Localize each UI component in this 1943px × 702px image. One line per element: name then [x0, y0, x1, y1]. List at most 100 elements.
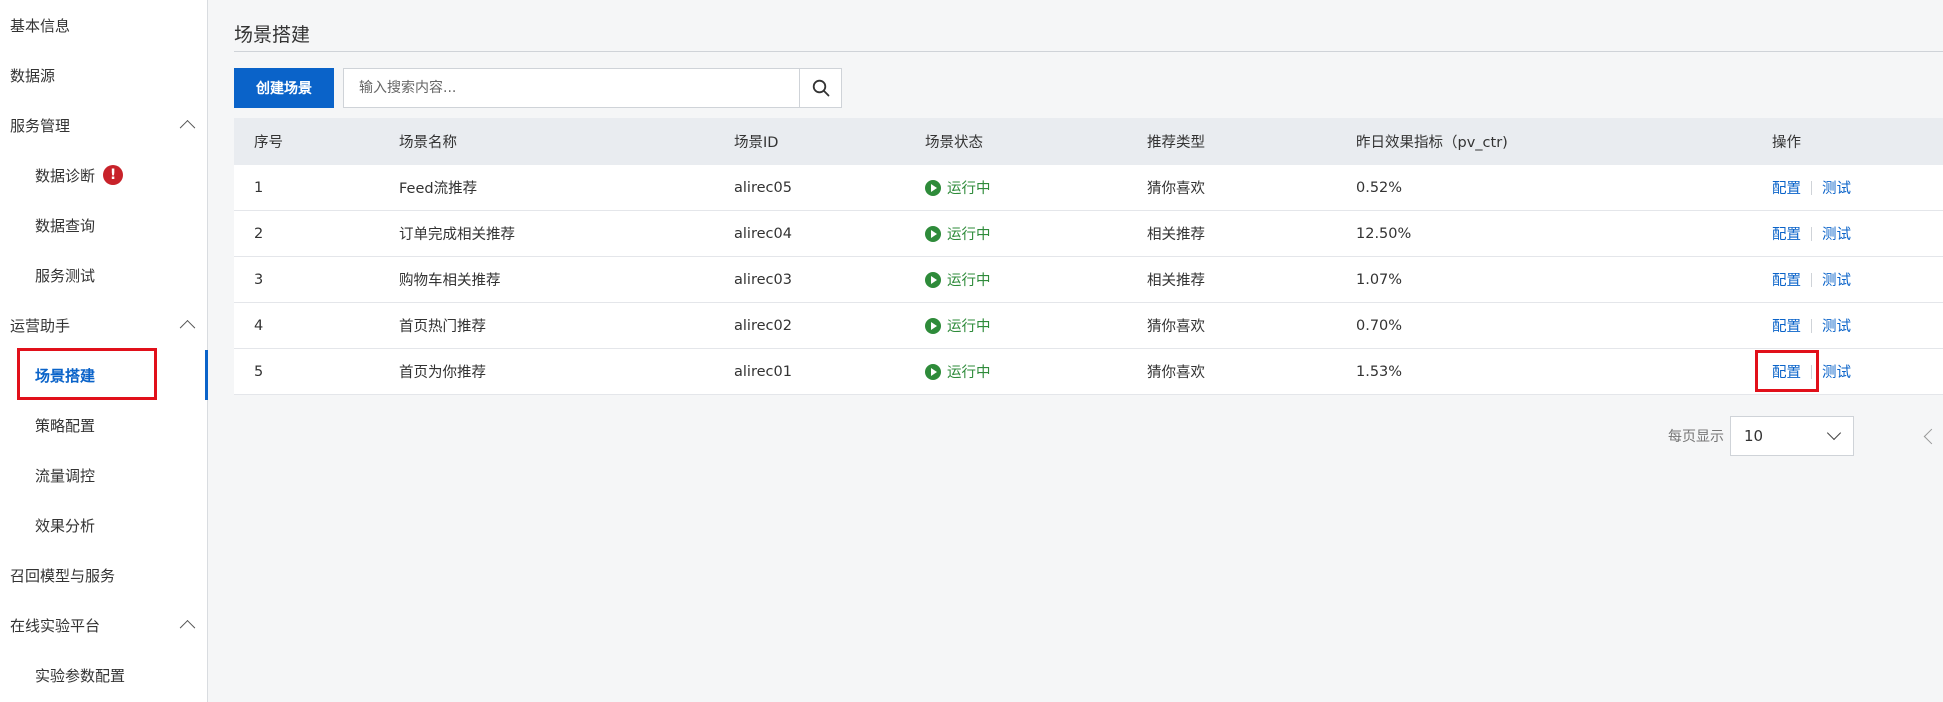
sidebar-item-label: 场景搭建 [35, 366, 96, 385]
chevron-up-icon [179, 319, 196, 336]
sidebar-item-data-query[interactable]: 数据查询 [0, 200, 207, 250]
config-link[interactable]: 配置 [1772, 177, 1801, 198]
status-badge: 运行中 [925, 303, 991, 348]
row-index: 2 [254, 225, 264, 242]
chevron-down-icon [1826, 425, 1842, 441]
test-link[interactable]: 测试 [1822, 315, 1851, 336]
sidebar-group-online-experiment[interactable]: 在线实验平台 [0, 600, 207, 650]
sidebar-item-traffic-control[interactable]: 流量调控 [0, 450, 207, 500]
sidebar-item-label: 数据诊断 [35, 166, 96, 185]
sidebar-item-effect-analysis[interactable]: 效果分析 [0, 500, 207, 550]
create-scene-button[interactable]: 创建场景 [234, 68, 334, 108]
row-actions: 配置 测试 [1772, 349, 1851, 394]
page-size-select[interactable]: 10 [1730, 416, 1854, 456]
sidebar-group-ops-assistant[interactable]: 运营助手 [0, 300, 207, 350]
row-actions: 配置 测试 [1772, 165, 1851, 210]
table-row: 5 首页为你推荐 alirec01 运行中 猜你喜欢 1.53% 配置 测试 [234, 349, 1943, 395]
status-badge: 运行中 [925, 349, 991, 394]
metric-value: 1.07% [1356, 271, 1403, 288]
scene-id: alirec01 [734, 363, 792, 380]
row-index: 5 [254, 363, 264, 380]
metric-value: 0.70% [1356, 317, 1403, 334]
config-link[interactable]: 配置 [1772, 361, 1801, 382]
sidebar-item-label: 基本信息 [10, 16, 71, 35]
sidebar-item-label: 策略配置 [35, 416, 96, 435]
prev-page-icon[interactable] [1923, 428, 1940, 445]
recommend-type: 相关推荐 [1147, 227, 1205, 243]
column-header: 操作 [1772, 135, 1801, 151]
sidebar-item-recall-models[interactable]: 召回模型与服务 [0, 550, 207, 600]
row-actions: 配置 测试 [1772, 257, 1851, 302]
page-size-label: 每页显示 [1668, 429, 1724, 445]
column-header: 场景名称 [399, 135, 457, 151]
status-badge: 运行中 [925, 165, 991, 210]
sidebar-item-label: 运营助手 [10, 316, 71, 335]
sidebar-item-service-test[interactable]: 服务测试 [0, 250, 207, 300]
chevron-up-icon [179, 619, 196, 636]
sidebar-item-data-diagnosis[interactable]: 数据诊断 ! [0, 150, 207, 200]
scene-name: 首页为你推荐 [399, 365, 486, 381]
alert-icon: ! [103, 165, 124, 185]
status-text: 运行中 [947, 227, 991, 243]
metric-value: 1.53% [1356, 363, 1403, 380]
sidebar-item-scene-building[interactable]: 场景搭建 [0, 350, 208, 400]
toolbar: 创建场景 [234, 68, 842, 108]
recommend-type: 相关推荐 [1147, 273, 1205, 289]
play-icon [925, 363, 941, 380]
config-link[interactable]: 配置 [1772, 223, 1801, 244]
status-text: 运行中 [947, 365, 991, 381]
divider [1811, 226, 1812, 241]
divider [1811, 364, 1812, 379]
scene-name: 首页热门推荐 [399, 319, 486, 335]
recommend-type: 猜你喜欢 [1147, 319, 1205, 335]
scene-name: Feed流推荐 [399, 181, 478, 197]
metric-value: 0.52% [1356, 179, 1403, 196]
row-index: 3 [254, 271, 264, 288]
pagination: 每页显示 10 [1668, 416, 1854, 456]
sidebar-item-basic-info[interactable]: 基本信息 [0, 0, 207, 50]
search-button[interactable] [799, 69, 841, 107]
sidebar-nav: 基本信息 数据源 服务管理 数据诊断 ! 数据查询 服务测试 运营助手 场景搭建… [0, 0, 208, 702]
config-link[interactable]: 配置 [1772, 269, 1801, 290]
test-link[interactable]: 测试 [1822, 361, 1851, 382]
table-header: 序号 场景名称 场景ID 场景状态 推荐类型 昨日效果指标（pv_ctr) 操作 [234, 118, 1943, 165]
status-text: 运行中 [947, 273, 991, 289]
sidebar-group-service-management[interactable]: 服务管理 [0, 100, 207, 150]
sidebar-item-data-source[interactable]: 数据源 [0, 50, 207, 100]
row-actions: 配置 测试 [1772, 211, 1851, 256]
test-link[interactable]: 测试 [1822, 269, 1851, 290]
row-index: 1 [254, 179, 264, 196]
play-icon [925, 271, 941, 288]
search-icon [812, 79, 829, 97]
sidebar-item-label: 服务管理 [10, 116, 71, 135]
scene-id: alirec05 [734, 179, 792, 196]
sidebar-item-experiment-params[interactable]: 实验参数配置 [0, 650, 207, 700]
search-input[interactable] [344, 69, 799, 107]
status-badge: 运行中 [925, 211, 991, 256]
recommend-type: 猜你喜欢 [1147, 181, 1205, 197]
table-row: 4 首页热门推荐 alirec02 运行中 猜你喜欢 0.70% 配置 测试 [234, 303, 1943, 349]
sidebar-item-strategy-config[interactable]: 策略配置 [0, 400, 207, 450]
play-icon [925, 179, 941, 196]
table-row: 2 订单完成相关推荐 alirec04 运行中 相关推荐 12.50% 配置 测试 [234, 211, 1943, 257]
config-link[interactable]: 配置 [1772, 315, 1801, 336]
test-link[interactable]: 测试 [1822, 177, 1851, 198]
row-index: 4 [254, 317, 264, 334]
status-text: 运行中 [947, 319, 991, 335]
sidebar-item-label: 数据源 [10, 66, 56, 85]
table-row: 1 Feed流推荐 alirec05 运行中 猜你喜欢 0.52% 配置 测试 [234, 165, 1943, 211]
test-link[interactable]: 测试 [1822, 223, 1851, 244]
status-badge: 运行中 [925, 257, 991, 302]
column-header: 昨日效果指标（pv_ctr) [1356, 135, 1508, 151]
row-actions: 配置 测试 [1772, 303, 1851, 348]
sidebar-item-label: 流量调控 [35, 466, 96, 485]
scene-id: alirec04 [734, 225, 792, 242]
chevron-up-icon [179, 119, 196, 136]
divider [1811, 272, 1812, 287]
sidebar-item-label: 服务测试 [35, 266, 96, 285]
page-size-value: 10 [1744, 427, 1764, 445]
play-icon [925, 225, 941, 242]
scene-table: 序号 场景名称 场景ID 场景状态 推荐类型 昨日效果指标（pv_ctr) 操作… [234, 118, 1943, 395]
recommend-type: 猜你喜欢 [1147, 365, 1205, 381]
column-header: 场景状态 [925, 135, 983, 151]
